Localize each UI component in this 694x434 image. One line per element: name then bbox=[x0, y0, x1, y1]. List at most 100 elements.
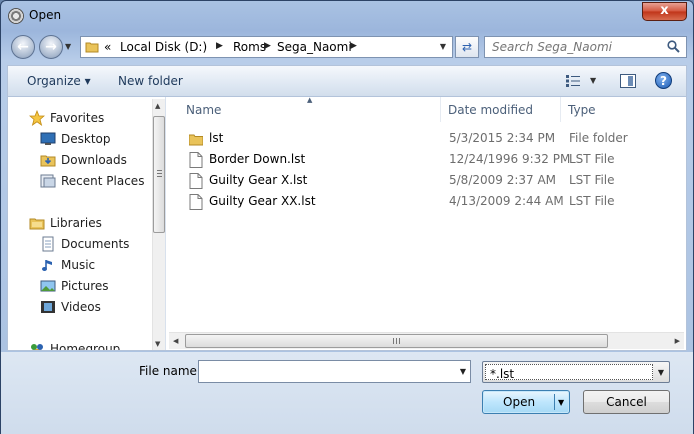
dialog-footer: File name: ▼ *.lst ▼ Open ▼ Cancel bbox=[1, 352, 693, 434]
folder-icon bbox=[189, 134, 203, 146]
view-dropdown[interactable]: ▼ bbox=[590, 76, 596, 85]
filter-focus-box: *.lst bbox=[485, 364, 653, 381]
libraries-icon bbox=[29, 218, 45, 230]
file-list: ▲ Name Date modified Type lst 5/3/2015 2… bbox=[167, 96, 686, 350]
cancel-button[interactable]: Cancel bbox=[583, 390, 670, 414]
help-icon[interactable]: ? bbox=[655, 72, 672, 89]
file-type-filter[interactable]: *.lst ▼ bbox=[482, 361, 670, 383]
column-header-type[interactable]: Type bbox=[561, 97, 686, 122]
scroll-down-arrow[interactable]: ▼ bbox=[155, 340, 160, 348]
sidebar-item-documents[interactable]: Documents bbox=[8, 234, 153, 254]
preview-pane-icon[interactable] bbox=[620, 74, 636, 88]
close-button[interactable]: x bbox=[642, 2, 687, 21]
scroll-up-arrow[interactable]: ▲ bbox=[155, 102, 160, 110]
file-row[interactable]: lst 5/3/2015 2:34 PM File folder bbox=[167, 128, 667, 149]
sidebar-scrollbar[interactable]: ▲ ▼ bbox=[152, 99, 165, 350]
forward-button[interactable]: → bbox=[39, 35, 63, 59]
videos-icon bbox=[41, 301, 55, 313]
star-icon bbox=[29, 110, 45, 126]
file-row[interactable]: Border Down.lst 12/24/1996 9:32 PM LST F… bbox=[167, 149, 667, 170]
music-icon bbox=[42, 260, 52, 271]
search-icon[interactable] bbox=[667, 40, 680, 53]
search-box[interactable] bbox=[484, 36, 687, 58]
address-bar[interactable]: « Local Disk (D:) ▶ Roms ▶ Sega_Naomi ▶ … bbox=[80, 36, 453, 58]
file-type: LST File bbox=[569, 194, 615, 208]
view-options-icon[interactable] bbox=[566, 75, 580, 87]
sidebar-item-videos[interactable]: Videos bbox=[8, 297, 153, 317]
sidebar-item-downloads[interactable]: Downloads bbox=[8, 150, 153, 170]
title-bar[interactable]: Open x bbox=[1, 1, 693, 31]
navigation-bar: ← → ▼ « Local Disk (D:) ▶ Roms ▶ Sega_Na… bbox=[1, 31, 693, 63]
file-row[interactable]: Guilty Gear X.lst 5/8/2009 2:37 AM LST F… bbox=[167, 170, 667, 191]
recent-pages-dropdown[interactable]: ▼ bbox=[65, 42, 71, 51]
file-type: File folder bbox=[569, 131, 628, 145]
window-title: Open bbox=[29, 8, 62, 22]
documents-icon bbox=[42, 236, 54, 252]
file-name-label: File name: bbox=[139, 364, 201, 378]
refresh-button[interactable]: ⇄ bbox=[455, 36, 479, 58]
sidebar-item-music[interactable]: Music bbox=[8, 255, 153, 275]
column-header-name[interactable]: ▲ Name bbox=[167, 96, 441, 122]
homegroup-icon bbox=[31, 344, 43, 350]
scroll-left-arrow[interactable]: ◀ bbox=[173, 337, 178, 345]
sidebar-item-recent-places[interactable]: Recent Places bbox=[8, 171, 153, 191]
file-name: Guilty Gear X.lst bbox=[209, 173, 308, 187]
back-button[interactable]: ← bbox=[11, 35, 35, 59]
desktop-icon bbox=[40, 132, 56, 145]
pictures-icon bbox=[40, 280, 56, 292]
open-options-dropdown[interactable]: ▼ bbox=[558, 398, 564, 407]
grip-icon bbox=[157, 170, 162, 178]
recent-places-icon bbox=[40, 174, 56, 188]
sort-ascending-icon: ▲ bbox=[307, 96, 313, 104]
column-header-date-modified[interactable]: Date modified bbox=[441, 97, 561, 122]
chevron-right-icon[interactable]: ▶ bbox=[350, 41, 357, 51]
breadcrumb-sega-naomi[interactable]: Sega_Naomi bbox=[277, 40, 352, 54]
scroll-right-arrow[interactable]: ▶ bbox=[675, 337, 680, 345]
chevron-right-icon[interactable]: ▶ bbox=[264, 41, 271, 51]
filter-dropdown-icon[interactable]: ▼ bbox=[658, 368, 664, 377]
split-separator bbox=[554, 394, 555, 410]
sidebar-item-label: Videos bbox=[61, 300, 101, 314]
sidebar-item-label: Homegroup bbox=[50, 342, 121, 350]
open-dialog: Open x ← → ▼ « Local Disk (D:) ▶ Roms ▶ … bbox=[0, 0, 694, 434]
file-name-combo[interactable]: ▼ bbox=[198, 360, 471, 383]
file-name-input[interactable] bbox=[199, 361, 449, 382]
sidebar-item-pictures[interactable]: Pictures bbox=[8, 276, 153, 296]
file-icon bbox=[189, 152, 203, 168]
file-row[interactable]: Guilty Gear XX.lst 4/13/2009 2:44 AM LST… bbox=[167, 191, 667, 212]
file-name-dropdown[interactable]: ▼ bbox=[460, 367, 466, 376]
navigation-pane: Favorites Desktop Downloads Recent Place… bbox=[8, 97, 166, 350]
sidebar-item-label: Favorites bbox=[50, 111, 105, 125]
organize-button[interactable]: Organize ▾ bbox=[27, 74, 91, 88]
file-date: 12/24/1996 9:32 PM bbox=[449, 152, 571, 166]
file-icon bbox=[189, 173, 203, 189]
sidebar-item-favorites[interactable]: Favorites bbox=[8, 108, 153, 128]
sidebar-item-desktop[interactable]: Desktop bbox=[8, 129, 153, 149]
breadcrumb-roms[interactable]: Roms bbox=[233, 40, 266, 54]
scrollbar-thumb[interactable] bbox=[153, 116, 165, 233]
file-date: 4/13/2009 2:44 AM bbox=[449, 194, 564, 208]
filter-value: *.lst bbox=[490, 367, 515, 381]
folder-icon bbox=[85, 42, 99, 53]
search-input[interactable] bbox=[485, 37, 665, 57]
file-type: LST File bbox=[569, 152, 615, 166]
address-overflow[interactable]: « bbox=[104, 40, 111, 54]
open-button[interactable]: Open ▼ bbox=[482, 390, 570, 414]
address-dropdown[interactable]: ▼ bbox=[440, 42, 446, 51]
file-date: 5/8/2009 2:37 AM bbox=[449, 173, 557, 187]
new-folder-button[interactable]: New folder bbox=[118, 74, 183, 88]
sidebar-item-homegroup[interactable]: Homegroup bbox=[8, 339, 153, 350]
open-button-label: Open bbox=[503, 395, 536, 409]
sidebar-item-libraries[interactable]: Libraries bbox=[8, 213, 153, 233]
chevron-right-icon[interactable]: ▶ bbox=[216, 41, 223, 51]
file-list-horizontal-scrollbar[interactable]: ◀ ▶ bbox=[169, 332, 684, 349]
scrollbar-thumb[interactable] bbox=[185, 334, 608, 348]
grip-icon bbox=[393, 338, 401, 344]
sidebar-item-label: Downloads bbox=[61, 153, 127, 167]
file-date: 5/3/2015 2:34 PM bbox=[449, 131, 556, 145]
command-bar: Organize ▾ New folder ▼ ? bbox=[7, 65, 687, 96]
downloads-icon bbox=[40, 155, 56, 167]
browser-area: Favorites Desktop Downloads Recent Place… bbox=[7, 96, 687, 351]
breadcrumb-local-disk[interactable]: Local Disk (D:) bbox=[120, 40, 207, 54]
file-name: Guilty Gear XX.lst bbox=[209, 194, 316, 208]
